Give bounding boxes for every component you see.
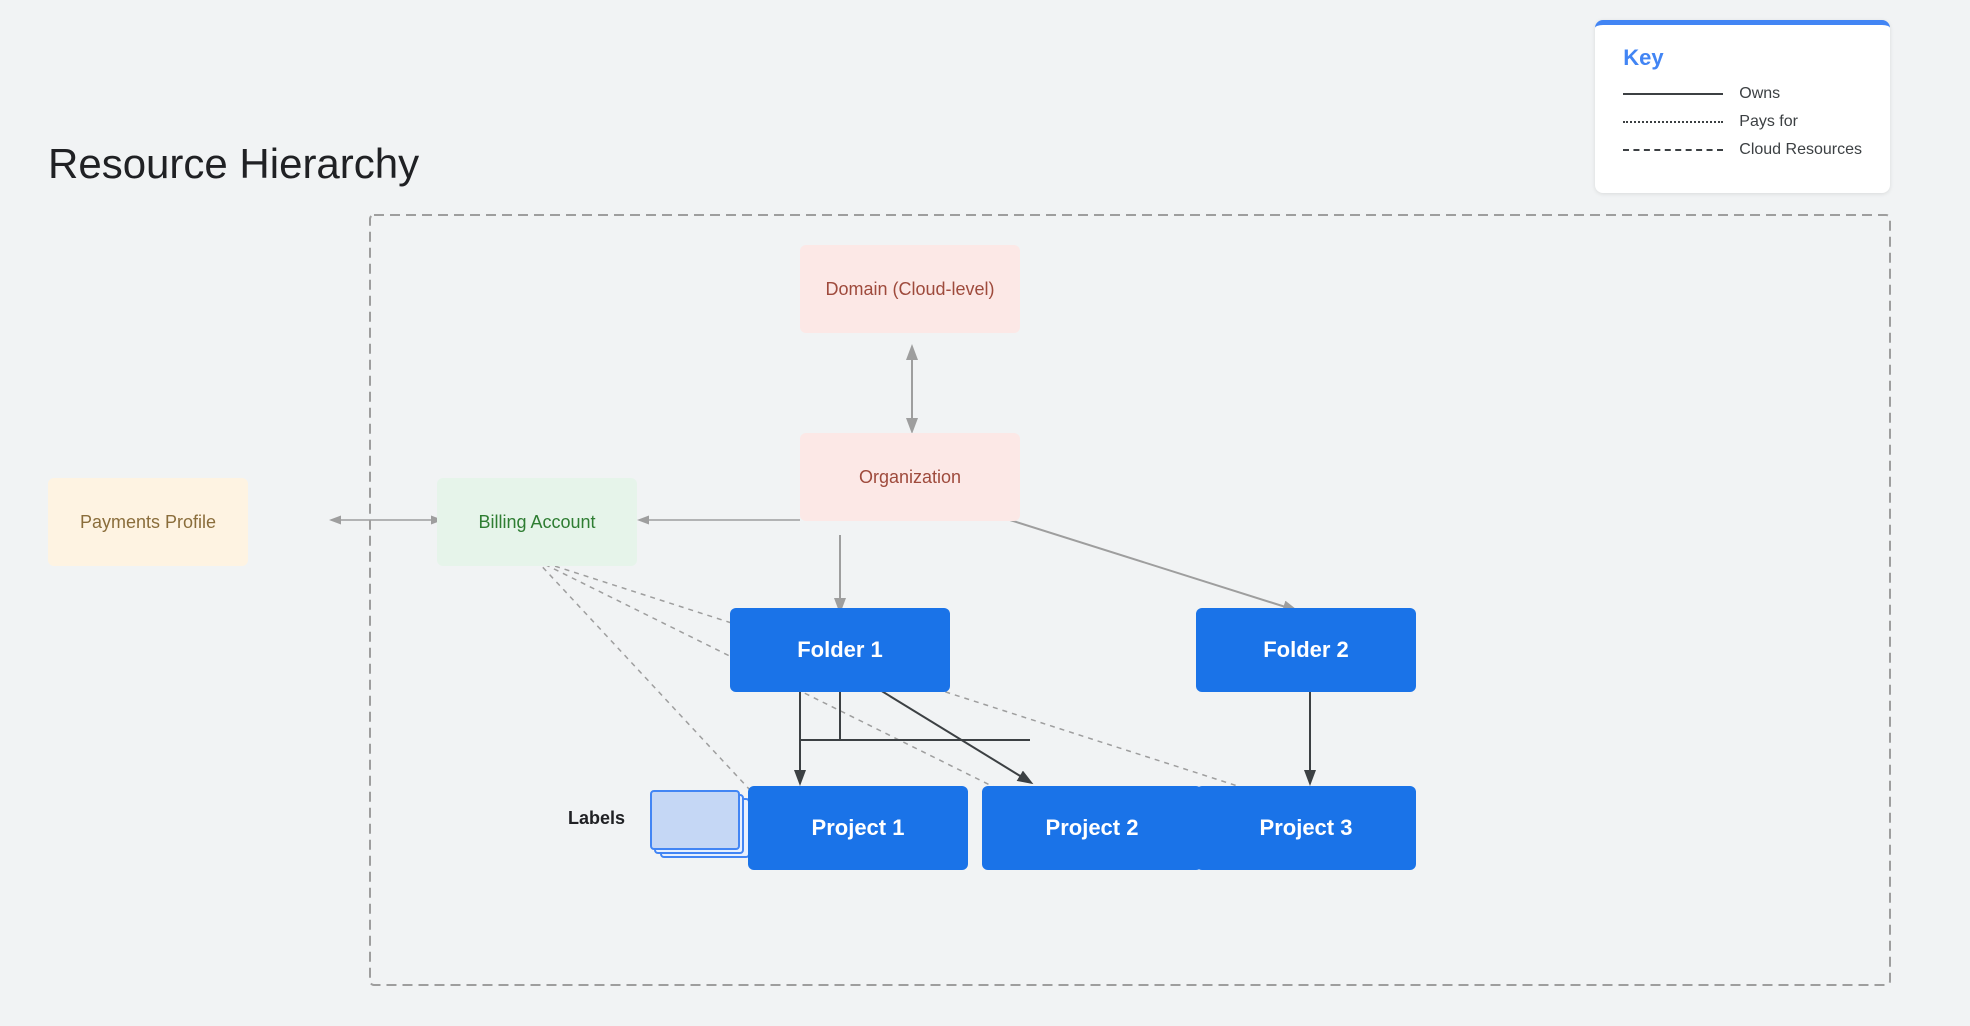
org-folder2-arrow bbox=[1010, 520, 1295, 610]
billing-account-node: Billing Account bbox=[437, 478, 637, 566]
project3-node: Project 3 bbox=[1196, 786, 1416, 870]
folder1-node: Folder 1 bbox=[730, 608, 950, 692]
labels-text: Labels bbox=[568, 808, 625, 829]
project1-node: Project 1 bbox=[748, 786, 968, 870]
folder1-proj2-arrow bbox=[880, 690, 1030, 782]
domain-node: Domain (Cloud-level) bbox=[800, 245, 1020, 333]
folder2-node: Folder 2 bbox=[1196, 608, 1416, 692]
payments-profile-node: Payments Profile bbox=[48, 478, 248, 566]
project2-node: Project 2 bbox=[982, 786, 1202, 870]
organization-node: Organization bbox=[800, 433, 1020, 521]
